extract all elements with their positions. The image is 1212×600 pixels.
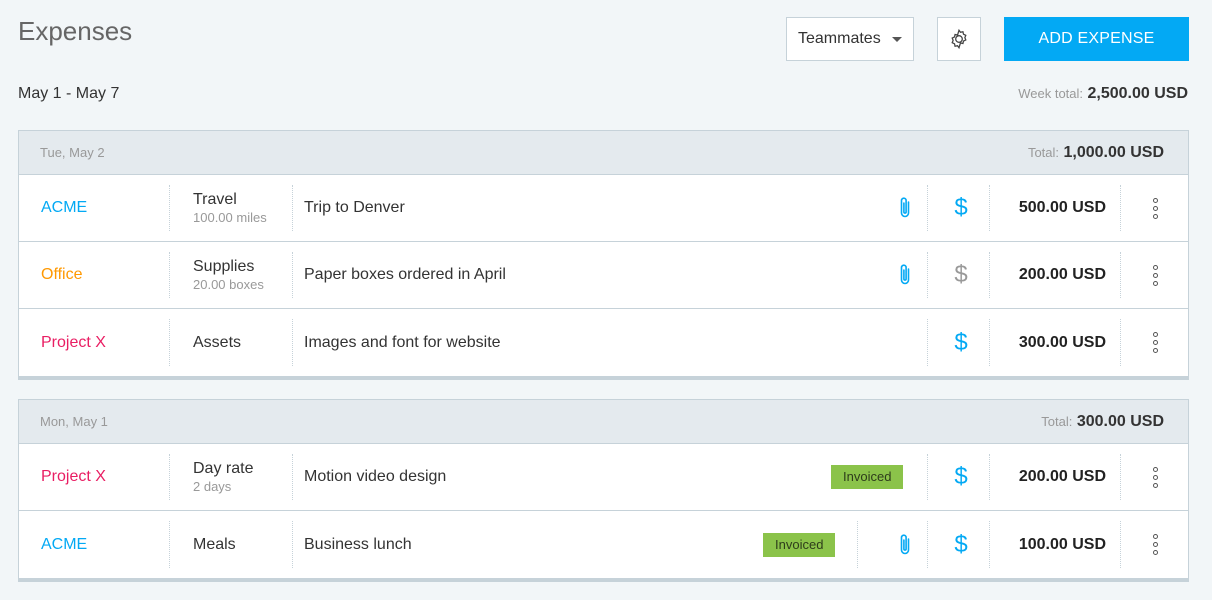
expense-description[interactable]: Motion video design — [304, 444, 754, 510]
billable-toggle[interactable]: $ — [932, 175, 990, 241]
day-total: Total: 1,000.00 USD — [1028, 144, 1164, 162]
billable-toggle[interactable]: $ — [932, 309, 990, 376]
category-cell[interactable]: Supplies 20.00 boxes — [193, 242, 293, 308]
expense-row[interactable]: ACME Travel 100.00 miles Trip to Denver $500… — [19, 175, 1188, 242]
project-name[interactable]: Project X — [41, 309, 169, 376]
day-date: Mon, May 1 — [40, 414, 108, 429]
invoiced-badge: Invoiced — [831, 465, 904, 489]
day-total: Total: 300.00 USD — [1041, 413, 1164, 431]
paperclip-icon — [900, 264, 910, 285]
chevron-down-icon — [892, 36, 902, 42]
category-cell[interactable]: Travel 100.00 miles — [193, 175, 293, 241]
category-quantity: 100.00 miles — [193, 210, 267, 225]
kebab-menu-icon — [1152, 466, 1158, 488]
row-menu-button[interactable] — [1125, 309, 1185, 376]
project-name[interactable]: ACME — [41, 175, 169, 241]
attachment-button[interactable] — [879, 242, 931, 308]
expense-description[interactable]: Business lunch — [304, 511, 754, 578]
expense-amount: 300.00 USD — [1018, 333, 1106, 351]
dollar-icon: $ — [954, 530, 968, 558]
week-total-value: 2,500.00 USD — [1087, 85, 1188, 102]
settings-button[interactable] — [937, 17, 981, 61]
gear-icon — [951, 28, 967, 50]
row-menu-button[interactable] — [1125, 242, 1185, 308]
date-range: May 1 - May 7 — [18, 85, 120, 102]
category-name: Day rate — [193, 460, 254, 477]
paperclip-icon — [900, 197, 910, 218]
project-name[interactable]: Project X — [41, 444, 169, 510]
expense-row[interactable]: Office Supplies 20.00 boxes Paper boxes ord… — [19, 242, 1188, 309]
day-total-label: Total: — [1041, 413, 1073, 429]
category-cell[interactable]: Assets — [193, 309, 293, 376]
category-name: Supplies — [193, 258, 255, 275]
expense-amount: 500.00 USD — [1018, 199, 1106, 216]
day-group: Mon, May 1 Total: 300.00 USD Project X Day … — [18, 399, 1189, 582]
teammates-label: Teammates — [798, 30, 881, 47]
expense-row[interactable]: ACME Meals Business lunch Invoiced $100.00 U… — [19, 511, 1188, 578]
day-header: Tue, May 2 Total: 1,000.00 USD — [19, 131, 1188, 175]
expense-row[interactable]: Project X Assets Images and font for websi… — [19, 309, 1188, 376]
attachment-button[interactable] — [879, 511, 931, 578]
billable-toggle[interactable]: $ — [932, 242, 990, 308]
row-menu-button[interactable] — [1125, 444, 1185, 510]
add-expense-button[interactable]: ADD EXPENSE — [1004, 17, 1189, 61]
category-name: Meals — [193, 535, 236, 553]
week-total: Week total: 2,500.00 USD — [1018, 85, 1188, 103]
row-menu-button[interactable] — [1125, 511, 1185, 578]
page-title: Expenses — [18, 16, 133, 46]
category-quantity: 20.00 boxes — [193, 277, 264, 292]
expense-amount: 100.00 USD — [1018, 535, 1106, 553]
dollar-icon: $ — [954, 328, 968, 356]
project-name[interactable]: ACME — [41, 511, 169, 578]
day-total-value: 300.00 USD — [1076, 412, 1164, 430]
kebab-menu-icon — [1152, 197, 1158, 219]
teammates-dropdown[interactable]: Teammates — [786, 17, 914, 61]
billable-toggle[interactable]: $ — [932, 511, 990, 578]
day-total-label: Total: — [1027, 144, 1060, 160]
day-date: Tue, May 2 — [40, 145, 105, 160]
dollar-icon: $ — [954, 194, 968, 221]
billable-toggle[interactable]: $ — [932, 444, 990, 510]
kebab-menu-icon — [1152, 332, 1158, 353]
category-quantity: 2 days — [193, 479, 232, 494]
kebab-menu-icon — [1152, 534, 1158, 555]
dollar-icon: $ — [954, 261, 968, 288]
dollar-icon: $ — [954, 463, 968, 490]
expense-description[interactable]: Trip to Denver — [304, 175, 754, 241]
week-total-label: Week total: — [1018, 86, 1084, 101]
day-header: Mon, May 1 Total: 300.00 USD — [19, 400, 1188, 444]
category-name: Assets — [193, 333, 242, 351]
project-name[interactable]: Office — [41, 242, 169, 308]
row-menu-button[interactable] — [1125, 175, 1185, 241]
expense-description[interactable]: Paper boxes ordered in April — [304, 242, 754, 308]
expense-amount: 200.00 USD — [1018, 468, 1106, 485]
category-cell[interactable]: Meals — [193, 511, 293, 578]
day-total-value: 1,000.00 USD — [1063, 143, 1164, 161]
expense-description[interactable]: Images and font for website — [304, 309, 754, 376]
expense-amount: 200.00 USD — [1018, 266, 1106, 283]
attachment-button[interactable] — [879, 175, 931, 241]
day-group: Tue, May 2 Total: 1,000.00 USD ACME Travel 1… — [18, 130, 1189, 380]
kebab-menu-icon — [1152, 264, 1158, 286]
expense-row[interactable]: Project X Day rate 2 days Motion video desi… — [19, 444, 1188, 511]
category-name: Travel — [193, 191, 237, 208]
category-cell[interactable]: Day rate 2 days — [193, 444, 293, 510]
invoiced-badge: Invoiced — [763, 532, 836, 557]
paperclip-icon — [900, 533, 910, 554]
